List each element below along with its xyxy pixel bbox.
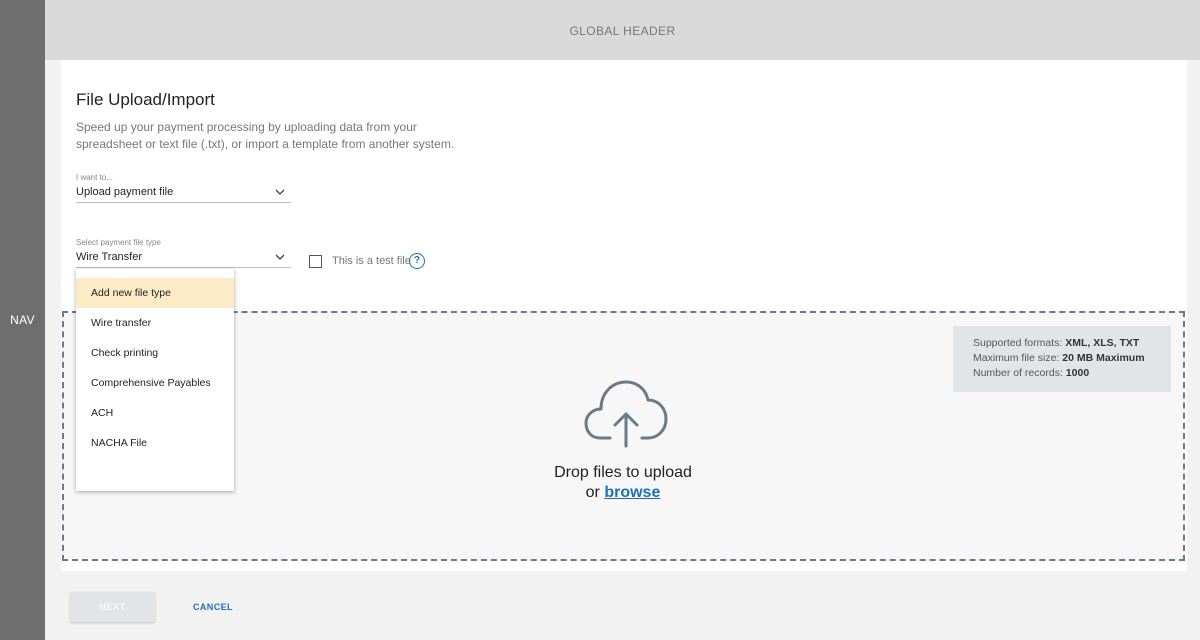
dropdown-item-wire-transfer[interactable]: Wire transfer bbox=[76, 308, 234, 338]
action-select-label: I want to... bbox=[76, 173, 113, 182]
file-type-select-label: Select payment file type bbox=[76, 238, 161, 247]
chevron-down-icon bbox=[275, 254, 285, 260]
global-header: GLOBAL HEADER bbox=[45, 0, 1200, 60]
action-select[interactable]: I want to... Upload payment file bbox=[76, 173, 291, 203]
file-type-select-value: Wire Transfer bbox=[76, 251, 143, 263]
page-description: Speed up your payment processing by uplo… bbox=[76, 120, 455, 151]
formats-line: Supported formats: XML, XLS, TXT bbox=[973, 337, 1140, 349]
drop-instructions: Drop files to upload or browse bbox=[523, 463, 723, 503]
global-header-label: GLOBAL HEADER bbox=[569, 24, 676, 38]
page-title: File Upload/Import bbox=[76, 90, 215, 109]
browse-line: or browse bbox=[585, 484, 661, 501]
dropdown-item-ach[interactable]: ACH bbox=[76, 398, 234, 428]
next-button[interactable]: NEXT bbox=[70, 592, 155, 622]
cancel-button[interactable]: CANCEL bbox=[185, 592, 241, 622]
dropdown-item-comprehensive-payables[interactable]: Comprehensive Payables bbox=[76, 368, 234, 398]
dropdown-item-nacha-file[interactable]: NACHA File bbox=[76, 428, 234, 458]
test-file-label: This is a test file bbox=[332, 255, 411, 267]
size-line: Maximum file size: 20 MB Maximum bbox=[973, 352, 1145, 364]
help-icon[interactable]: ? bbox=[409, 253, 425, 269]
nav-sidebar: NAV bbox=[0, 0, 45, 640]
drop-line: Drop files to upload bbox=[554, 464, 692, 481]
upload-info-box: Supported formats: XML, XLS, TXT Maximum… bbox=[953, 326, 1171, 392]
size-value: 20 MB Maximum bbox=[1062, 352, 1145, 364]
records-line: Number of records: 1000 bbox=[973, 367, 1090, 379]
file-type-select[interactable]: Select payment file type Wire Transfer bbox=[76, 238, 291, 268]
file-type-dropdown-menu: Add new file type Wire transfer Check pr… bbox=[76, 269, 234, 491]
action-select-value: Upload payment file bbox=[76, 186, 174, 198]
dropdown-item-add-new-file-type[interactable]: Add new file type bbox=[76, 278, 234, 308]
chevron-down-icon bbox=[275, 189, 285, 195]
dropdown-item-check-printing[interactable]: Check printing bbox=[76, 338, 234, 368]
cloud-upload-icon bbox=[584, 380, 668, 448]
test-file-checkbox[interactable] bbox=[309, 255, 322, 268]
records-value: 1000 bbox=[1065, 367, 1090, 379]
formats-value: XML, XLS, TXT bbox=[1065, 337, 1140, 349]
browse-link[interactable]: browse bbox=[604, 484, 660, 501]
nav-label: NAV bbox=[10, 313, 35, 327]
